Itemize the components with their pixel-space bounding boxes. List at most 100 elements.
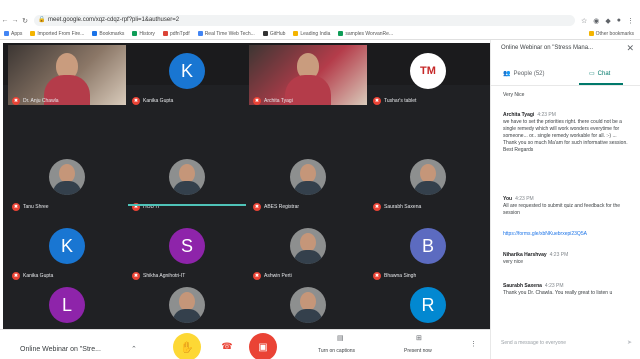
participant-tile[interactable]: ✖ Tanu Shree [8, 151, 126, 211]
tab-chat[interactable]: ▭ Chat [589, 70, 610, 78]
message-link[interactable]: https://forms.gle/xbNKuebrxepi23Q5A [503, 231, 631, 238]
participant-nameplate: ✖ ABES Registrar [253, 203, 299, 211]
captions-button[interactable]: Turn on captions [318, 348, 355, 354]
lock-icon: 🔒 [38, 17, 46, 23]
present-button[interactable]: Present now [404, 348, 432, 354]
people-icon: 👥 [503, 71, 511, 77]
participant-tile[interactable]: S ✖ Shikha Agnihotri-IT [128, 220, 246, 280]
bookmark-realtime[interactable]: Real Time Web Tech... [197, 31, 255, 37]
mic-off-icon: ✖ [132, 97, 140, 105]
leave-call-button[interactable]: ☎ [220, 341, 234, 351]
participant-tile[interactable]: ✖ HOD IT [128, 151, 246, 211]
bookmark-history[interactable]: History [132, 31, 155, 37]
participant-tile[interactable]: R✖Ranjeet Kumar [369, 279, 487, 339]
bookmark-imported[interactable]: Imported From Fire... [30, 31, 84, 37]
profile-icon[interactable]: ● [617, 17, 621, 25]
chat-message: Niharika Harshvay 4:23 PM very nice [503, 252, 631, 266]
participant-video [249, 45, 367, 105]
mic-off-icon: ✖ [12, 97, 20, 105]
divider [491, 85, 640, 86]
address-bar-row: ← → ↻ 🔒 meet.google.com/xqz-cdqz-rpf?pli… [0, 13, 640, 28]
mic-off-icon: ✖ [373, 203, 381, 211]
message-sender: You [503, 196, 513, 202]
participant-tile[interactable]: ✖ Archita Tyagi [249, 45, 367, 105]
avatar [49, 159, 85, 195]
participant-video [8, 45, 126, 105]
avatar: R [410, 287, 446, 323]
participant-name: Kanika Gupta [143, 98, 174, 104]
url-field[interactable]: 🔒 meet.google.com/xqz-cdqz-rpf?pli=1&aut… [34, 15, 575, 26]
chat-message: Archita Tyagi 4:23 PM we have to set the p… [503, 112, 631, 154]
chat-icon: ▭ [589, 71, 595, 77]
participant-tile[interactable]: ✖ Saurabh Saxena [369, 151, 487, 211]
more-options-icon[interactable]: ⋮ [470, 340, 477, 348]
extension-icons: ☆ ◉ ◆ ● ⋮ [575, 17, 640, 25]
message-sender: Archita Tyagi [503, 112, 535, 118]
back-icon[interactable]: ← [0, 17, 10, 24]
participant-nameplate: ✖ Kanika Gupta [132, 97, 173, 105]
message-time: 4:23 PM [515, 196, 534, 202]
participant-name: Saurabh Saxena [384, 204, 422, 210]
panel-title: Online Webinar on "Stress Mana... [501, 45, 594, 51]
bookmarks-bar: Apps Imported From Fire... Bookmarks His… [0, 28, 640, 40]
avatar [290, 228, 326, 264]
bookmark-github[interactable]: GitHub [262, 31, 285, 37]
participant-tile[interactable]: TM ✖ Tushar's tablet [369, 45, 487, 105]
message-text: Very Nice [503, 92, 525, 98]
mic-off-icon: ✖ [373, 97, 381, 105]
avatar [169, 159, 205, 195]
meeting-title[interactable]: Online Webinar on "Stre... [20, 346, 101, 353]
avatar [169, 287, 205, 323]
participant-nameplate: ✖ Archita Tyagi [253, 97, 293, 105]
avatar: L [49, 287, 85, 323]
participant-tile[interactable]: L✖Luckansh Kumar [8, 279, 126, 339]
participant-tile[interactable]: K ✖ Kanika Gupta [128, 45, 246, 105]
chat-message: Saurabh Saxena 4:23 PM Thank you Dr. Chawl… [503, 283, 631, 297]
participant-tile[interactable]: ✖ Ashwin Perti [249, 220, 367, 280]
bookmark-bookmarks[interactable]: Bookmarks [92, 31, 124, 37]
participant-tile[interactable]: K ✖ Kanika Gupta [8, 220, 126, 280]
participant-name: ABES Registrar [264, 204, 300, 210]
participant-name: Tushar's tablet [384, 98, 417, 104]
send-icon[interactable]: ➤ [627, 339, 632, 346]
message-text: very nice [503, 259, 524, 265]
participant-nameplate: ✖ Tushar's tablet [373, 97, 416, 105]
chevron-up-icon[interactable]: ⌃ [131, 345, 137, 353]
participant-grid: ✖ Dr. Anju Chawla K ✖ Kanika Gupta ✖ Archita T… [3, 43, 490, 339]
participant-tile[interactable]: B ✖ Bhawna Singh [369, 220, 487, 280]
hand-icon: ✋ [180, 341, 194, 354]
bookmark-apps[interactable]: Apps [4, 31, 22, 37]
extension-icon[interactable]: ◉ [593, 17, 599, 25]
chat-input[interactable]: Send a message to everyone [501, 340, 631, 346]
close-icon[interactable]: ✕ [626, 43, 634, 54]
other-bookmarks[interactable]: Other bookmarks [588, 31, 640, 37]
mic-off-icon: ✖ [253, 203, 261, 211]
reload-icon[interactable]: ↻ [20, 17, 30, 25]
phone-hangup-icon: ☎ [221, 340, 233, 351]
bookmark-pdf[interactable]: pdfnTpdf [162, 31, 190, 37]
forward-icon[interactable]: → [10, 17, 20, 24]
participant-nameplate: ✖ Dr. Anju Chawla [12, 97, 59, 105]
message-sender: Niharika Harshvay [503, 252, 547, 258]
message-time: 4:23 PM [549, 252, 569, 258]
raise-hand-button[interactable]: ✋ [173, 333, 201, 359]
star-icon[interactable]: ☆ [581, 17, 587, 25]
extension-icon[interactable]: ◆ [605, 17, 610, 25]
participant-tile[interactable]: ✖Dr.Paramvir Kaur Pal-IT [128, 279, 246, 339]
chat-message: https://forms.gle/xbNKuebrxepi23Q5A [503, 231, 631, 238]
present-icon[interactable]: ⊞ [416, 334, 422, 342]
tab-people[interactable]: 👥 People (52) [503, 70, 545, 78]
participant-tile[interactable]: ✖ ABES Registrar [249, 151, 367, 211]
menu-icon[interactable]: ⋮ [627, 17, 634, 25]
browser-tab-strip [0, 0, 640, 13]
message-text: Thank you Dr. Chawla. You really great t… [503, 290, 613, 296]
participant-tile[interactable]: ✖ Dr. Anju Chawla [8, 45, 126, 105]
captions-icon[interactable]: ▤ [337, 334, 344, 342]
mic-off-icon: ✖ [253, 97, 261, 105]
camera-toggle-button[interactable]: ▣ [249, 333, 277, 359]
participant-nameplate: ✖ Tanu Shree [12, 203, 49, 211]
bookmark-leading-india[interactable]: Leading India [293, 31, 330, 37]
avatar: B [410, 228, 446, 264]
participant-tile[interactable]: ✖Mehtab Alam [249, 279, 367, 339]
bookmark-samples[interactable]: samples WorvanRe... [338, 31, 393, 37]
